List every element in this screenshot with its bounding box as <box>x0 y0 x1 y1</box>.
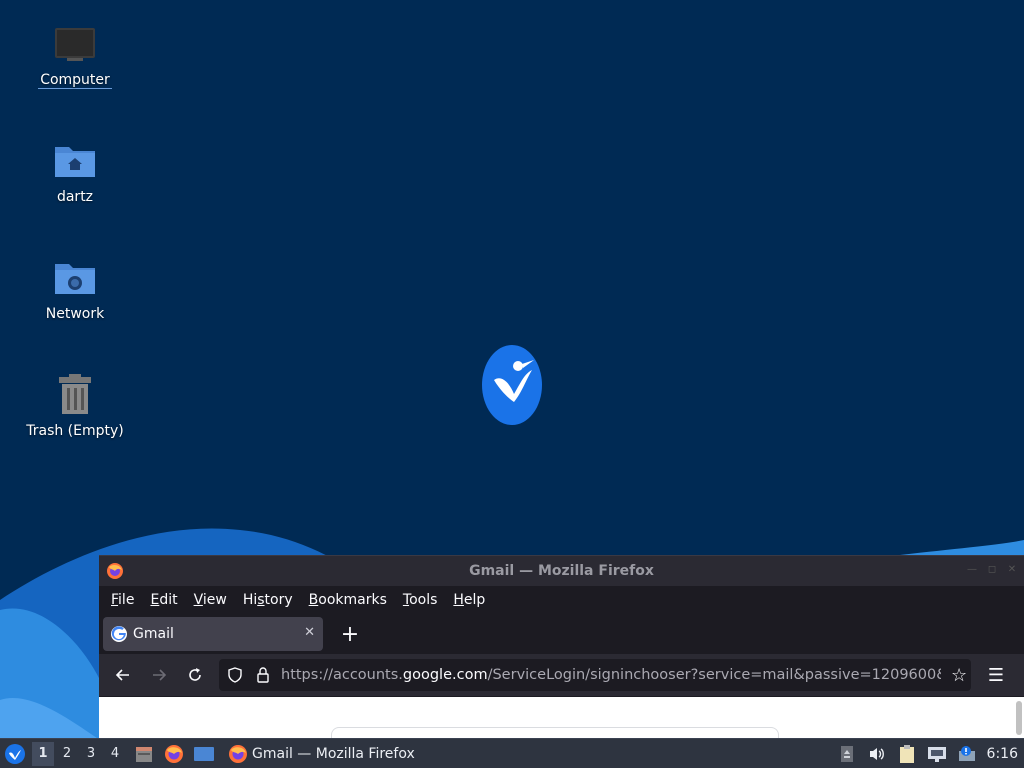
forward-button[interactable] <box>141 659 177 691</box>
window-title: Gmail — Mozilla Firefox <box>469 563 654 579</box>
firefox-launcher[interactable] <box>162 742 186 766</box>
workspace-4[interactable]: 4 <box>104 742 126 766</box>
maximize-button[interactable]: ◻ <box>986 564 998 576</box>
start-menu-button[interactable] <box>0 739 30 768</box>
task-label: Gmail — Mozilla Firefox <box>252 745 415 762</box>
hummingbird-start-icon <box>5 743 25 764</box>
google-favicon-icon <box>111 626 127 642</box>
menu-help[interactable]: Help <box>445 592 493 608</box>
home-folder-icon <box>51 137 99 185</box>
desktop-icon <box>194 746 214 761</box>
minimize-button[interactable]: — <box>966 564 978 576</box>
url-text: https://accounts.google.com/ServiceLogin… <box>281 667 941 683</box>
clock[interactable]: 6:16 <box>987 746 1018 762</box>
desktop-icon-label: Network <box>45 306 105 322</box>
new-tab-button[interactable]: + <box>337 622 363 647</box>
show-desktop-launcher[interactable] <box>192 742 216 766</box>
tab-title: Gmail <box>133 626 174 642</box>
desktop-icon-label: dartz <box>56 189 94 205</box>
workspace-1[interactable]: 1 <box>32 741 54 766</box>
desktop-icon-label: Trash (Empty) <box>26 423 124 439</box>
menu-view[interactable]: View <box>186 592 235 608</box>
tab-bar: Gmail ✕ + <box>99 614 1024 654</box>
url-bar[interactable]: https://accounts.google.com/ServiceLogin… <box>219 659 971 691</box>
menu-tools[interactable]: Tools <box>395 592 446 608</box>
arrow-left-icon <box>115 669 129 681</box>
volume-icon[interactable] <box>865 742 889 766</box>
update-notifier-icon[interactable] <box>955 742 979 766</box>
network-folder-icon <box>51 254 99 302</box>
file-cabinet-icon <box>136 746 152 762</box>
reload-icon <box>189 668 201 681</box>
close-tab-icon[interactable]: ✕ <box>304 625 315 640</box>
desktop-icon-label: Computer <box>38 72 112 89</box>
workspace-2[interactable]: 2 <box>56 742 78 766</box>
trash-icon <box>51 371 99 419</box>
bookmark-star-icon[interactable]: ☆ <box>951 665 967 686</box>
desktop-icon-trash[interactable]: Trash (Empty) <box>20 371 130 439</box>
desktop-icon-computer[interactable]: Computer <box>20 20 130 89</box>
window-titlebar[interactable]: Gmail — Mozilla Firefox — ◻ ✕ <box>99 556 1024 586</box>
firefox-icon <box>165 744 183 763</box>
app-menu-icon[interactable]: ☰ <box>981 665 1011 686</box>
close-window-button[interactable]: ✕ <box>1006 564 1018 576</box>
workspace-3[interactable]: 3 <box>80 742 102 766</box>
desktop-icon-network[interactable]: Network <box>20 254 130 322</box>
hummingbird-logo-icon <box>482 345 542 425</box>
menu-edit[interactable]: Edit <box>142 592 185 608</box>
firefox-window[interactable]: Gmail — Mozilla Firefox — ◻ ✕ File Edit … <box>99 555 1024 747</box>
taskbar: 1 2 3 4 Gmail — Mozilla Firefox 6:16 <box>0 738 1024 768</box>
taskbar-task-firefox[interactable]: Gmail — Mozilla Firefox <box>224 740 419 768</box>
clipboard-icon[interactable] <box>895 742 919 766</box>
reload-button[interactable] <box>177 659 213 691</box>
tracking-shield-icon[interactable] <box>225 667 245 683</box>
page-content[interactable] <box>99 697 1024 747</box>
menu-file[interactable]: File <box>103 592 142 608</box>
menu-bookmarks[interactable]: Bookmarks <box>301 592 395 608</box>
menu-history[interactable]: History <box>235 592 301 608</box>
scrollbar[interactable] <box>1016 701 1022 735</box>
eject-icon[interactable] <box>835 742 859 766</box>
menubar: File Edit View History Bookmarks Tools H… <box>99 586 1024 614</box>
tab-gmail[interactable]: Gmail ✕ <box>103 617 323 651</box>
network-wired-icon[interactable] <box>925 742 949 766</box>
arrow-right-icon <box>153 669 167 681</box>
back-button[interactable] <box>105 659 141 691</box>
file-manager-launcher[interactable] <box>132 742 156 766</box>
firefox-icon <box>229 744 247 763</box>
desktop-icon-home[interactable]: dartz <box>20 137 130 205</box>
computer-icon <box>51 20 99 68</box>
lock-icon[interactable] <box>253 667 273 683</box>
system-tray: 6:16 <box>829 739 1024 768</box>
firefox-icon <box>107 563 123 579</box>
navigation-toolbar: https://accounts.google.com/ServiceLogin… <box>99 654 1024 696</box>
